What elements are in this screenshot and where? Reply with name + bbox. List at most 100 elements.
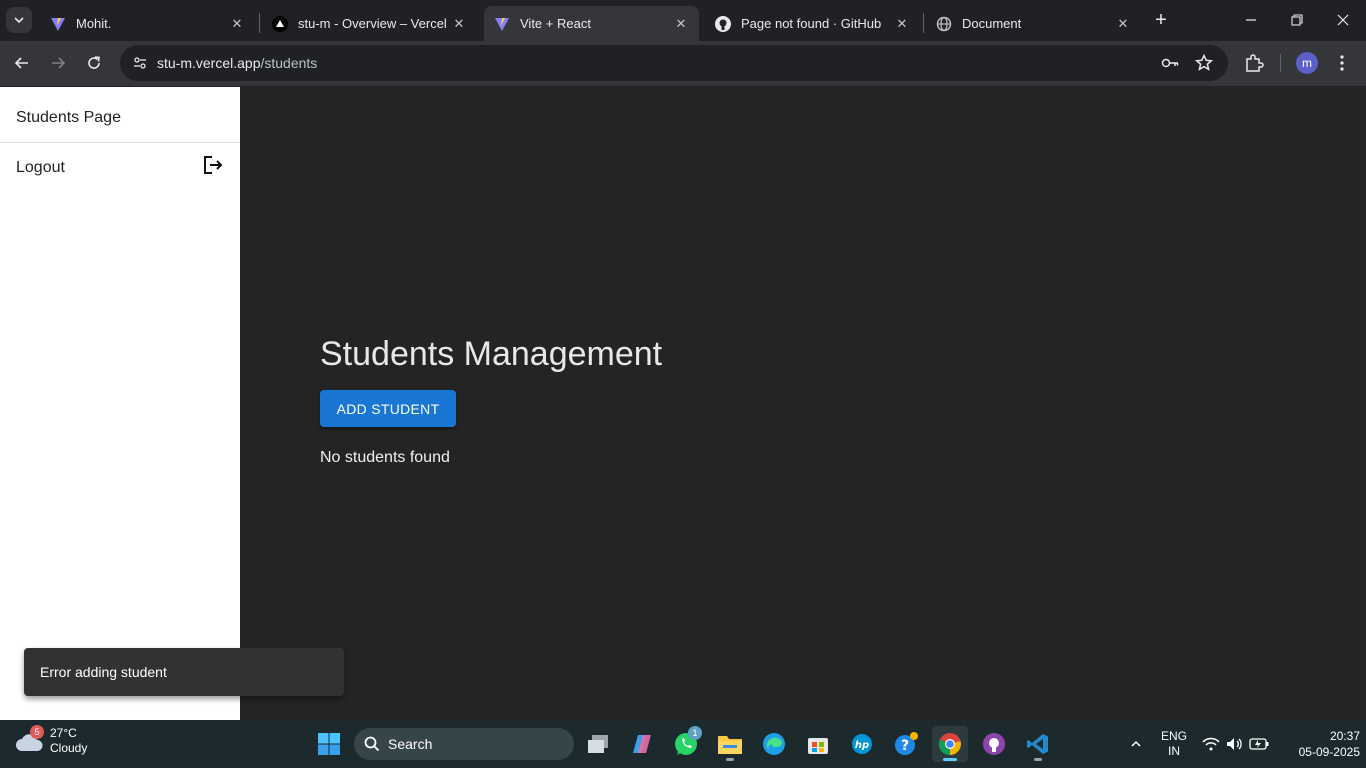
running-indicator [943, 758, 957, 761]
sidebar-item-logout[interactable]: Logout [0, 143, 240, 192]
tab-title: Document [962, 16, 1022, 31]
get-help-app[interactable]: ? [888, 726, 924, 762]
github-logo-icon [715, 15, 731, 32]
tab-separator [923, 13, 924, 33]
tab-github[interactable]: Page not found · GitHub ✕ [705, 6, 920, 41]
main-content: Students Management ADD STUDENT No stude… [240, 87, 1366, 720]
tab-title: Vite + React [520, 16, 591, 31]
tab-vite-react[interactable]: Vite + React ✕ [484, 6, 699, 41]
back-arrow-icon [14, 57, 28, 69]
chrome-icon [938, 733, 961, 756]
edge-icon [763, 733, 785, 755]
region-code: IN [1168, 744, 1180, 758]
edge-app[interactable] [756, 726, 792, 762]
windows-taskbar: 5 27°C Cloudy Search 1 hp ? ENG IN 20:37… [0, 720, 1366, 768]
file-explorer-app[interactable] [712, 726, 748, 762]
close-icon[interactable]: ✕ [894, 16, 910, 32]
logout-icon [202, 154, 224, 181]
chevron-up-icon [1131, 740, 1141, 747]
window-close-button[interactable] [1320, 0, 1366, 40]
weather-temp: 27°C [50, 726, 77, 740]
whatsapp-app[interactable]: 1 [668, 726, 704, 762]
toolbar-divider [1280, 54, 1281, 72]
tab-title: Mohit. [76, 16, 112, 31]
tab-title: stu-m - Overview – Vercel [298, 16, 447, 31]
copilot-app[interactable] [624, 726, 660, 762]
copilot-icon [633, 735, 651, 753]
chevron-down-icon [14, 17, 24, 24]
browser-tab-strip: Mohit. ✕ stu-m - Overview – Vercel ✕ Vit… [0, 0, 1366, 41]
task-view-icon [588, 735, 608, 753]
language-indicator[interactable]: ENG IN [1158, 729, 1190, 759]
avatar: m [1296, 52, 1318, 74]
microsoft-store-app[interactable] [800, 726, 836, 762]
tab-title: Page not found · GitHub [741, 16, 882, 31]
password-key-icon[interactable] [1160, 53, 1180, 73]
error-snackbar: Error adding student [24, 648, 344, 696]
notification-badge: 1 [688, 726, 702, 740]
start-button[interactable] [311, 726, 347, 762]
vite-logo-icon [50, 16, 66, 32]
tab-vercel-overview[interactable]: stu-m - Overview – Vercel ✕ [262, 6, 477, 41]
tab-mohit[interactable]: Mohit. ✕ [40, 6, 255, 41]
github-desktop-app[interactable] [976, 726, 1012, 762]
hp-app[interactable]: hp [844, 726, 880, 762]
chrome-app[interactable] [932, 726, 968, 762]
system-clock[interactable]: 20:37 05-09-2025 [1280, 728, 1360, 760]
sidebar-item-label: Students Page [16, 108, 121, 126]
add-student-button[interactable]: ADD STUDENT [320, 390, 456, 427]
back-button[interactable] [8, 49, 36, 77]
battery-icon[interactable] [1248, 720, 1270, 768]
running-indicator [1034, 758, 1042, 761]
show-hidden-icons-button[interactable] [1124, 720, 1148, 768]
wifi-icon[interactable] [1200, 720, 1222, 768]
task-view-button[interactable] [580, 726, 616, 762]
url-text: stu-m.vercel.app/students [157, 55, 317, 71]
extensions-puzzle-icon[interactable] [1242, 51, 1266, 75]
restore-button[interactable] [1274, 0, 1320, 40]
bookmark-star-icon[interactable] [1194, 53, 1214, 73]
reload-icon [88, 56, 100, 69]
folder-icon [718, 736, 742, 754]
vscode-icon [1027, 734, 1048, 754]
weather-widget[interactable]: 5 27°C Cloudy [14, 725, 88, 756]
forward-arrow-icon [52, 57, 66, 69]
weather-desc: Cloudy [50, 741, 88, 755]
sidebar-item-students-page[interactable]: Students Page [0, 87, 240, 143]
empty-state-message: No students found [320, 449, 450, 466]
reload-button[interactable] [80, 49, 108, 77]
site-settings-icon[interactable] [128, 51, 152, 75]
vscode-app[interactable] [1020, 726, 1056, 762]
volume-icon[interactable] [1224, 720, 1246, 768]
cloud-icon: 5 [14, 725, 46, 755]
help-icon: ? [895, 732, 918, 755]
taskbar-search[interactable]: Search [354, 728, 574, 760]
language-code: ENG [1160, 729, 1187, 743]
globe-icon [936, 16, 952, 32]
hp-logo-icon: hp [852, 734, 872, 754]
close-icon[interactable]: ✕ [229, 16, 245, 32]
forward-button[interactable] [44, 49, 72, 77]
running-indicator [726, 758, 734, 761]
profile-avatar-button[interactable]: m [1295, 51, 1319, 75]
store-bag-icon [808, 738, 828, 754]
tab-search-button[interactable] [6, 7, 32, 33]
close-icon[interactable]: ✕ [673, 16, 689, 32]
sidebar-item-label: Logout [16, 158, 65, 176]
browser-menu-button[interactable] [1330, 51, 1354, 75]
browser-toolbar: stu-m.vercel.app/students m [0, 41, 1366, 86]
new-tab-button[interactable]: + [1150, 9, 1172, 31]
search-icon [364, 736, 380, 752]
url-path: /students [260, 55, 318, 71]
windows-logo-icon [318, 733, 340, 755]
close-icon[interactable]: ✕ [1115, 16, 1131, 32]
svg-text:hp: hp [855, 740, 869, 751]
restore-icon [1291, 14, 1303, 26]
clock-time: 20:37 [1329, 729, 1360, 743]
tab-document[interactable]: Document ✕ [926, 6, 1141, 41]
minimize-button[interactable] [1228, 0, 1274, 40]
page-title: Students Management [320, 335, 663, 373]
close-icon[interactable]: ✕ [451, 16, 467, 32]
svg-text:?: ? [901, 738, 909, 754]
address-bar[interactable]: stu-m.vercel.app/students [120, 45, 1228, 81]
